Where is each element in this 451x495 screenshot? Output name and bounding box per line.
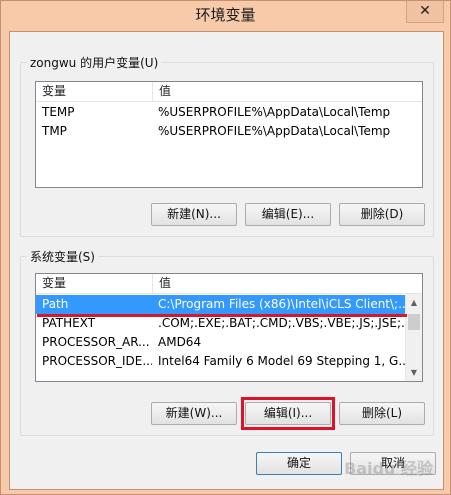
user-variables-group: zongwu 的用户变量(U) 变量 值 TEMP %USERPROFILE%\… <box>20 54 434 237</box>
system-new-button[interactable]: 新建(W)... <box>151 402 237 425</box>
scroll-up-arrow-icon[interactable]: ▲ <box>406 294 422 311</box>
window-title: 环境变量 <box>195 6 256 24</box>
system-variables-label: 系统变量(S) <box>27 248 98 265</box>
variable-name: TEMP <box>42 105 75 119</box>
list-header: 变量 值 <box>36 82 422 102</box>
system-delete-button[interactable]: 删除(L) <box>339 402 425 425</box>
column-header-variable[interactable]: 变量 <box>36 274 152 294</box>
variable-value: C:\Program Files (x86)\Intel\iCLS Client… <box>158 297 407 311</box>
list-item-selected[interactable]: Path C:\Program Files (x86)\Intel\iCLS C… <box>36 295 407 314</box>
scroll-down-arrow-icon[interactable]: ▼ <box>406 364 422 381</box>
system-variables-list[interactable]: 变量 值 Path C:\Program Files (x86)\Intel\i… <box>35 273 423 382</box>
list-item[interactable]: TEMP %USERPROFILE%\AppData\Local\Temp <box>36 103 422 122</box>
user-edit-button[interactable]: 编辑(E)... <box>245 203 331 226</box>
variable-value: %USERPROFILE%\AppData\Local\Temp <box>158 105 391 119</box>
user-variables-list[interactable]: 变量 值 TEMP %USERPROFILE%\AppData\Local\Te… <box>35 81 423 188</box>
column-header-value[interactable]: 值 <box>152 274 422 294</box>
scrollbar-thumb[interactable] <box>408 314 420 330</box>
annotation-underline <box>37 314 407 317</box>
list-item[interactable]: PROCESSOR_IDE... Intel64 Family 6 Model … <box>36 352 407 371</box>
annotation-highlight-box <box>241 397 335 430</box>
close-icon: ✕ <box>419 3 431 19</box>
variable-name: PROCESSOR_IDE... <box>42 354 152 368</box>
variable-value: Intel64 Family 6 Model 69 Stepping 1, G.… <box>158 354 407 368</box>
variable-value: AMD64 <box>158 335 202 349</box>
variable-name: TMP <box>42 124 67 138</box>
dialog-client-area: zongwu 的用户变量(U) 变量 值 TEMP %USERPROFILE%\… <box>9 31 444 490</box>
watermark-text: Baidu 经验 <box>344 459 433 478</box>
column-header-variable[interactable]: 变量 <box>36 82 152 102</box>
user-new-button[interactable]: 新建(N)... <box>151 203 237 226</box>
close-button[interactable]: ✕ <box>406 1 444 23</box>
list-item[interactable]: PROCESSOR_AR... AMD64 <box>36 333 407 352</box>
user-delete-button[interactable]: 删除(D) <box>339 203 425 226</box>
list-item[interactable]: TMP %USERPROFILE%\AppData\Local\Temp <box>36 122 422 141</box>
variable-value: %USERPROFILE%\AppData\Local\Temp <box>158 124 391 138</box>
ok-button[interactable]: 确定 <box>256 452 342 475</box>
system-variables-group: 系统变量(S) 变量 值 Path C:\Program Files (x86)… <box>20 248 434 436</box>
vertical-scrollbar[interactable]: ▲ ▼ <box>405 294 422 381</box>
environment-variables-dialog: 环境变量 ✕ zongwu 的用户变量(U) 变量 值 TEMP %USERPR… <box>0 0 451 495</box>
list-header: 变量 值 <box>36 274 422 294</box>
user-variables-label: zongwu 的用户变量(U) <box>27 54 162 71</box>
column-header-value[interactable]: 值 <box>152 82 422 102</box>
variable-name: PROCESSOR_AR... <box>42 335 150 349</box>
variable-name: Path <box>42 297 69 311</box>
